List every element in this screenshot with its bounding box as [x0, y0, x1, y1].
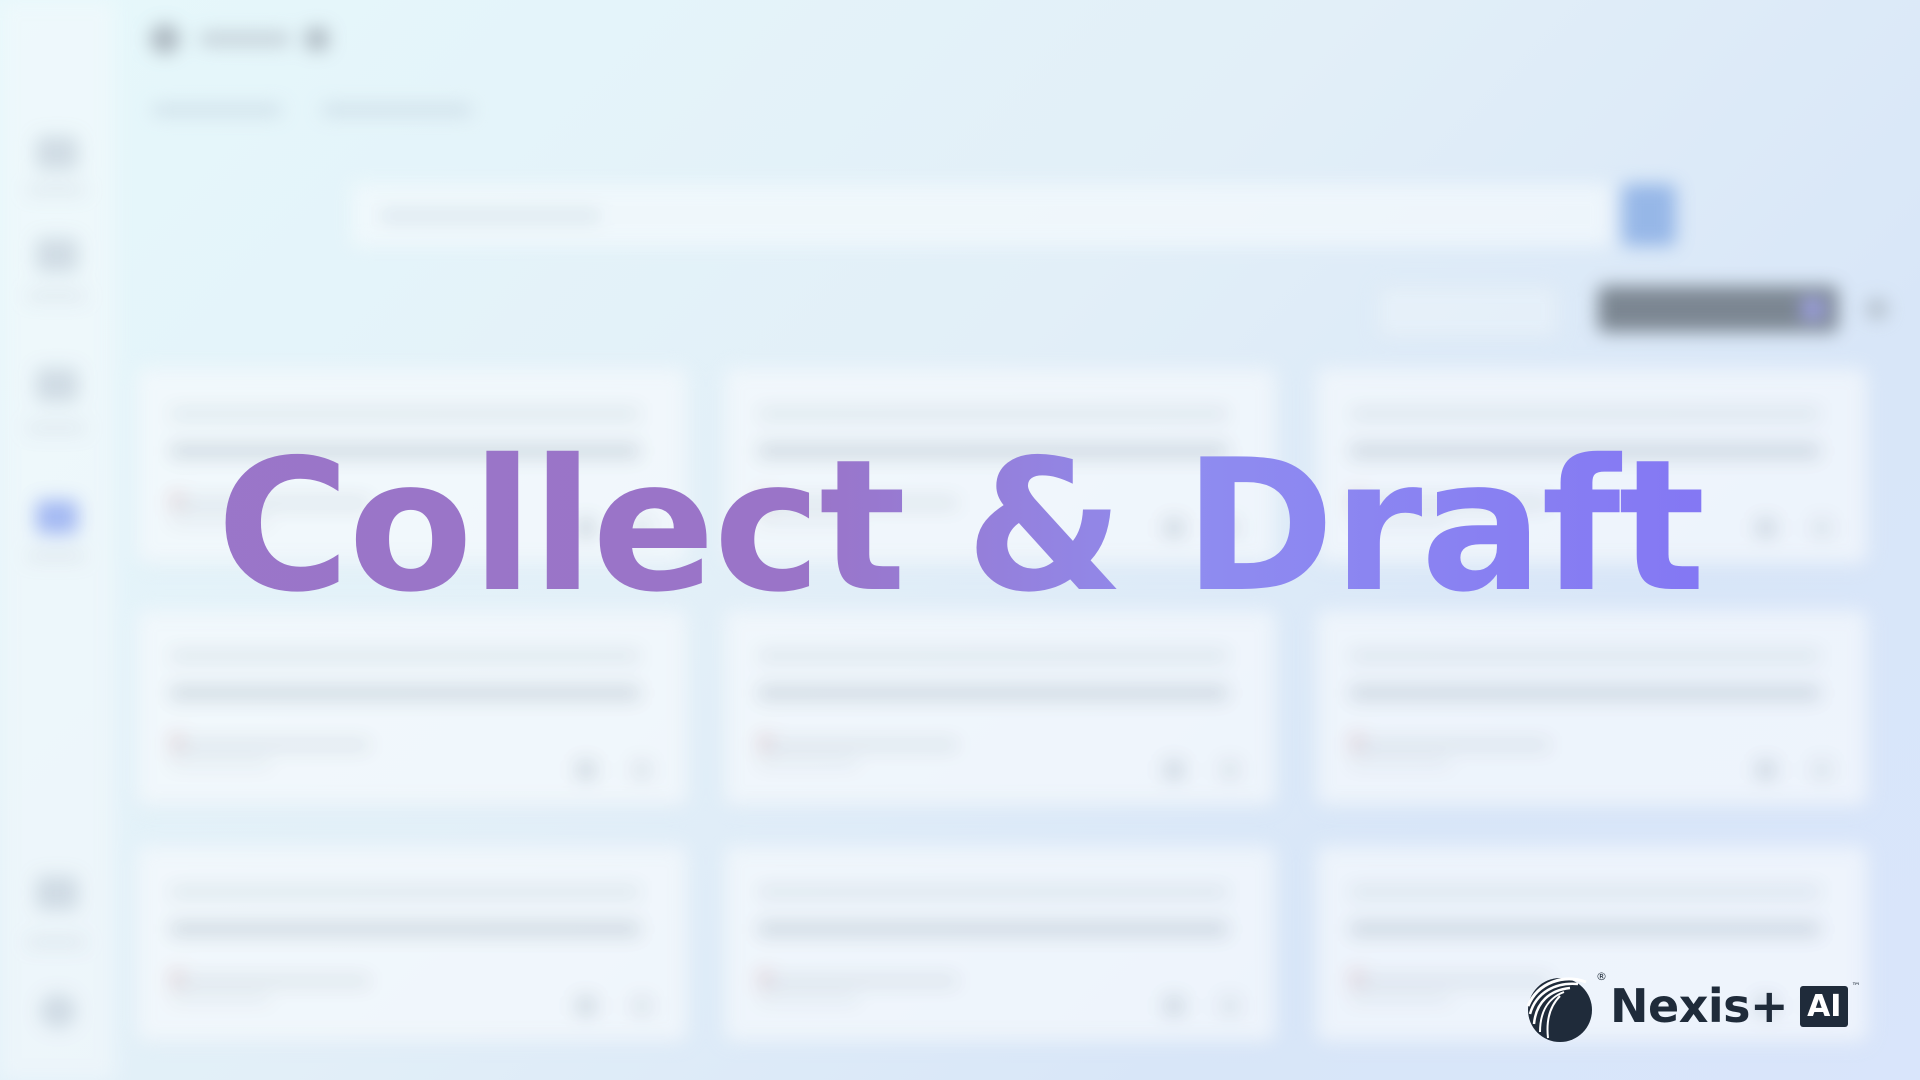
- globe-logo-icon: [1526, 977, 1592, 1042]
- gear-icon[interactable]: [1866, 298, 1888, 320]
- app-name-placeholder: [200, 32, 290, 46]
- sidebar-item-label: [26, 292, 86, 300]
- brand-name: Nexis+: [1610, 979, 1789, 1033]
- sidebar-item-label: [26, 938, 86, 946]
- registered-mark: ®: [1596, 970, 1607, 983]
- result-card[interactable]: [136, 610, 688, 806]
- screen: Collect & Draft ® Nexis+ AI ™: [0, 0, 1920, 1080]
- sidebar-item-label: [26, 186, 86, 194]
- breadcrumb[interactable]: [322, 104, 472, 116]
- sidebar-item[interactable]: [36, 136, 78, 170]
- sidebar-item[interactable]: [36, 238, 78, 272]
- result-card[interactable]: [136, 846, 688, 1042]
- sidebar-item[interactable]: [36, 876, 78, 910]
- breadcrumb[interactable]: [152, 104, 282, 116]
- settings-icon[interactable]: [40, 994, 76, 1028]
- search-button[interactable]: [1622, 184, 1676, 246]
- search-placeholder: [380, 210, 600, 222]
- result-card[interactable]: [724, 610, 1276, 806]
- secondary-button[interactable]: [1376, 284, 1560, 340]
- overlay-title: Collect & Draft: [0, 435, 1920, 617]
- app-badge-icon: [306, 28, 328, 50]
- sidebar-item[interactable]: [36, 368, 78, 402]
- brand-ai-badge: AI: [1800, 985, 1849, 1027]
- result-card[interactable]: [1316, 610, 1868, 806]
- result-card[interactable]: [724, 846, 1276, 1042]
- trademark-mark: ™: [1851, 982, 1861, 992]
- brand-logo: ® Nexis+ AI ™: [1520, 966, 1860, 1046]
- primary-button[interactable]: [1598, 286, 1838, 332]
- sidebar-item-label: [26, 424, 86, 432]
- app-logo-icon: [150, 24, 180, 54]
